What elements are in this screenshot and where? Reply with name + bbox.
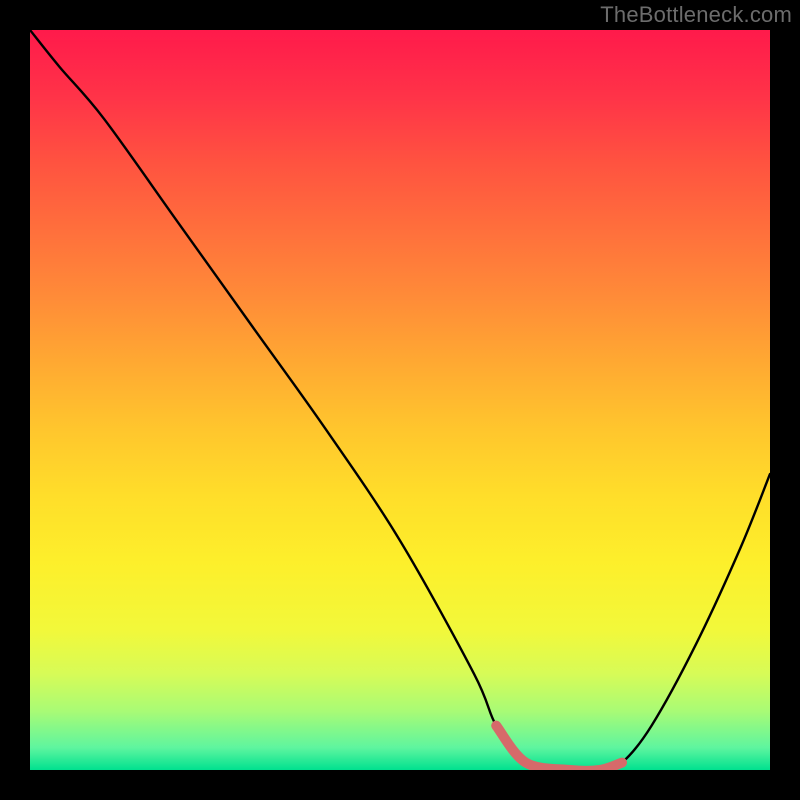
chart-stage: TheBottleneck.com	[0, 0, 800, 800]
bottleneck-curve-path	[30, 30, 770, 770]
highlight-segment-path	[496, 726, 622, 770]
watermark-text: TheBottleneck.com	[600, 2, 792, 28]
chart-svg	[30, 30, 770, 770]
